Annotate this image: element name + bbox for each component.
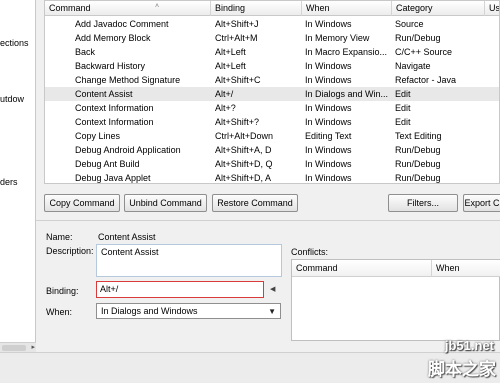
- column-header-binding[interactable]: Binding: [211, 1, 302, 16]
- table-row[interactable]: Change Method Signature Alt+Shift+C In W…: [45, 73, 499, 87]
- table-row[interactable]: Context Information Alt+? In Windows Edi…: [45, 101, 499, 115]
- column-header-when[interactable]: When: [302, 1, 392, 16]
- nav-item[interactable]: ections: [0, 38, 29, 48]
- watermark-url: jb51.net: [444, 338, 494, 353]
- conflicts-column-command[interactable]: Command: [292, 260, 432, 277]
- site-watermark: jb51.net 脚本之家: [380, 338, 500, 383]
- binding-input[interactable]: Alt+/: [96, 281, 264, 298]
- conflicts-table[interactable]: Command When: [291, 259, 500, 341]
- table-row[interactable]: Backward History Alt+Left In Windows Nav…: [45, 59, 499, 73]
- column-header-category[interactable]: Category: [392, 1, 485, 16]
- export-csv-button[interactable]: Export C: [463, 194, 500, 212]
- scrollbar-thumb[interactable]: [2, 345, 26, 351]
- restore-command-button[interactable]: Restore Command: [212, 194, 298, 212]
- watermark-text: 脚本之家: [428, 360, 496, 380]
- when-selected-value: In Dialogs and Windows: [101, 306, 198, 316]
- conflicts-column-when[interactable]: When: [432, 260, 500, 277]
- scroll-right-arrow-icon[interactable]: ▸: [31, 343, 35, 351]
- preferences-nav-tree[interactable]: ections utdow ders ▸: [0, 0, 36, 352]
- conflicts-label: Conflicts:: [291, 247, 329, 257]
- when-label: When:: [46, 307, 73, 317]
- description-field[interactable]: Content Assist: [96, 244, 282, 277]
- nav-horizontal-scrollbar[interactable]: ▸: [0, 342, 36, 352]
- keybindings-table[interactable]: Command ˄ Binding When Category Use Add …: [44, 0, 500, 184]
- binding-menu-arrow-icon[interactable]: ◀: [270, 285, 275, 293]
- column-header-command[interactable]: Command ˄: [45, 1, 211, 16]
- sort-ascending-icon: ˄: [155, 3, 160, 10]
- name-label: Name:: [46, 232, 73, 242]
- binding-label: Binding:: [46, 286, 79, 296]
- filters-button[interactable]: Filters...: [388, 194, 458, 212]
- nav-item[interactable]: utdow: [0, 94, 24, 104]
- description-label: Description:: [46, 246, 94, 256]
- table-row[interactable]: Back Alt+Left In Macro Expansio... C/C++…: [45, 45, 499, 59]
- table-header: Command ˄ Binding When Category Use: [45, 1, 499, 16]
- keys-preferences-page: ections utdow ders ▸ Command ˄ Binding W…: [0, 0, 500, 383]
- conflicts-table-header: Command When: [292, 260, 500, 277]
- table-row[interactable]: Add Javadoc Comment Alt+Shift+J In Windo…: [45, 17, 499, 31]
- table-row[interactable]: Debug Android Application Alt+Shift+A, D…: [45, 143, 499, 157]
- separator: [36, 220, 500, 221]
- table-row[interactable]: Debug Java Applet Alt+Shift+D, A In Wind…: [45, 171, 499, 183]
- copy-command-button[interactable]: Copy Command: [44, 194, 120, 212]
- column-header-user[interactable]: Use: [485, 1, 499, 16]
- chevron-down-icon: ▼: [268, 307, 276, 316]
- description-value: Content Assist: [101, 247, 159, 257]
- unbind-command-button[interactable]: Unbind Command: [124, 194, 207, 212]
- table-row[interactable]: Debug Ant Build Alt+Shift+D, Q In Window…: [45, 157, 499, 171]
- binding-value: Alt+/: [100, 284, 119, 294]
- table-row[interactable]: Copy Lines Ctrl+Alt+Down Editing Text Te…: [45, 129, 499, 143]
- name-value: Content Assist: [98, 232, 156, 242]
- table-row-selected[interactable]: Content Assist Alt+/ In Dialogs and Win.…: [45, 87, 499, 101]
- nav-item[interactable]: ders: [0, 177, 18, 187]
- table-row[interactable]: Add Memory Block Ctrl+Alt+M In Memory Vi…: [45, 31, 499, 45]
- table-row[interactable]: Context Information Alt+Shift+? In Windo…: [45, 115, 499, 129]
- when-dropdown[interactable]: In Dialogs and Windows ▼: [96, 303, 281, 319]
